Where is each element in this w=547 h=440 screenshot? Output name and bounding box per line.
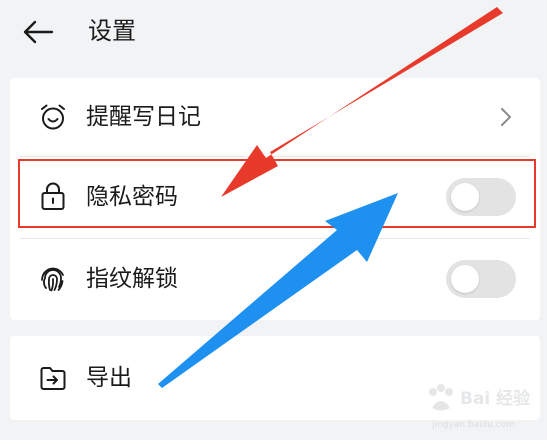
- watermark-text: Bai 经验: [460, 389, 531, 409]
- export-folder-icon: [38, 363, 68, 393]
- fingerprint-unlock-toggle[interactable]: [446, 260, 516, 298]
- fingerprint-unlock-label: 指纹解锁: [86, 266, 178, 292]
- paw-logo-icon: [429, 384, 453, 411]
- privacy-password-toggle[interactable]: [446, 178, 516, 216]
- fingerprint-unlock-row[interactable]: 指纹解锁: [10, 240, 540, 318]
- settings-card: 提醒写日记 隐私密码 指纹解锁: [10, 78, 540, 320]
- chevron-right-icon: [496, 105, 516, 129]
- divider: [20, 156, 530, 157]
- divider: [20, 238, 530, 239]
- privacy-password-label: 隐私密码: [86, 184, 178, 210]
- arrow-left-icon: [23, 20, 54, 44]
- export-label: 导出: [86, 365, 132, 391]
- back-button[interactable]: [18, 14, 58, 50]
- alarm-clock-icon: [38, 102, 68, 132]
- fingerprint-icon: [38, 264, 68, 294]
- baidu-watermark: Bai 经验 jingyan.baidu.com: [422, 380, 540, 434]
- watermark-url: jingyan.baidu.com: [432, 420, 516, 430]
- remind-diary-row[interactable]: 提醒写日记: [10, 78, 540, 156]
- header-bar: 设置: [0, 0, 547, 64]
- toggle-knob: [451, 183, 479, 211]
- privacy-password-row[interactable]: 隐私密码: [10, 159, 540, 237]
- remind-diary-label: 提醒写日记: [86, 104, 201, 130]
- toggle-knob: [451, 265, 479, 293]
- page-title: 设置: [88, 17, 136, 45]
- lock-icon: [38, 181, 68, 211]
